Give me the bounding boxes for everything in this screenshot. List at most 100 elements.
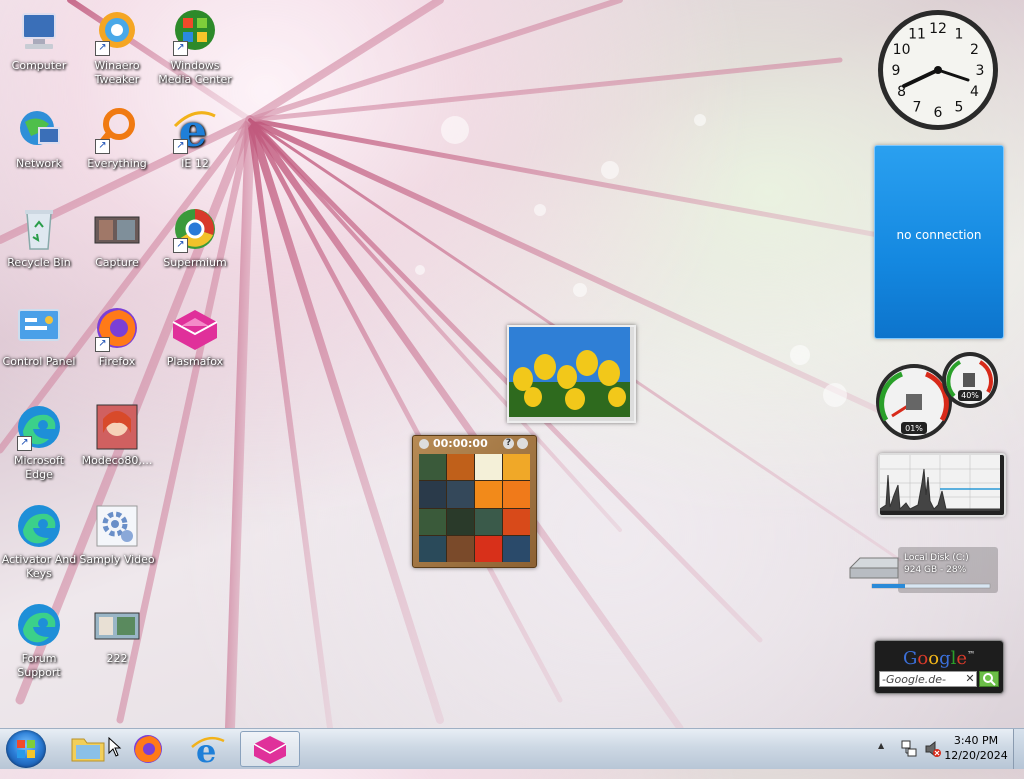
puzzle-tile[interactable]	[475, 535, 502, 562]
desktop-icon-modeco80[interactable]: Modeco80,...	[78, 403, 156, 468]
desktop-icon-firefox[interactable]: ↗ Firefox	[78, 304, 156, 369]
puzzle-tile[interactable]	[503, 481, 530, 508]
picture-puzzle-gadget[interactable]: 00:00:00 ?	[412, 435, 537, 568]
cpu-meter-gadget[interactable]: 01% 40%	[872, 350, 1002, 442]
taskbar-plasmafox[interactable]	[240, 731, 300, 767]
clock-number: 7	[913, 99, 922, 115]
google-search-gadget[interactable]: Google™ -Google.de- ✕	[874, 640, 1004, 694]
puzzle-tile[interactable]	[447, 508, 474, 535]
icon-label: 222	[106, 652, 128, 665]
network-icon	[15, 106, 63, 154]
puzzle-toolbar: 00:00:00 ?	[413, 436, 536, 452]
search-go-button[interactable]	[979, 671, 999, 687]
capture-thumbnail-icon	[93, 205, 141, 253]
taskbar-internet-explorer[interactable]: e	[182, 731, 234, 770]
taskbar-explorer[interactable]	[62, 731, 114, 767]
taskbar-firefox[interactable]	[122, 731, 174, 767]
icon-label: Plasmafox	[166, 355, 224, 368]
slideshow-gadget[interactable]	[507, 325, 636, 423]
taskbar: e ▲ 3:40 PM 12/20/2024	[0, 728, 1024, 770]
video-thumbnail-icon	[93, 601, 141, 649]
puzzle-timer: 00:00:00	[433, 437, 488, 450]
show-desktop-button[interactable]	[1013, 729, 1024, 769]
icon-label: Activator And Keys	[1, 553, 77, 580]
desktop-icon-samply-video[interactable]: Samply Video	[78, 502, 156, 567]
clock-gadget[interactable]: 12 1 2 3 4 5 6 7 8 9 10 11	[876, 8, 1000, 132]
desktop-icon-microsoft-edge[interactable]: ↗ Microsoft Edge	[0, 403, 78, 482]
puzzle-tile[interactable]	[503, 454, 530, 481]
plasmafox-icon	[253, 736, 287, 764]
puzzle-tile[interactable]	[475, 454, 502, 481]
icon-label: Modeco80,...	[81, 454, 153, 467]
desktop-icon-everything[interactable]: ↗ Everything	[78, 106, 156, 171]
icon-label: Samply Video	[79, 553, 155, 566]
desktop-icon-computer[interactable]: Computer	[0, 8, 78, 73]
drive-name: Local Disk (C:)	[904, 553, 969, 563]
everything-icon: ↗	[93, 106, 141, 154]
puzzle-tile[interactable]	[447, 454, 474, 481]
clock-number: 1	[955, 27, 964, 43]
clock-number: 9	[892, 63, 901, 79]
firefox-icon	[134, 735, 162, 763]
puzzle-tile[interactable]	[419, 481, 446, 508]
taskbar-clock[interactable]: 3:40 PM 12/20/2024	[940, 733, 1012, 763]
desktop-icon-222[interactable]: 222	[78, 601, 156, 666]
google-logo: Google™	[902, 648, 976, 669]
puzzle-tile[interactable]	[503, 508, 530, 535]
internet-explorer-icon: e ↗	[171, 106, 219, 157]
network-tray-icon[interactable]	[900, 739, 918, 779]
settings-gear-icon	[93, 502, 141, 550]
clear-search-button[interactable]: ✕	[963, 671, 977, 687]
puzzle-tile[interactable]	[419, 535, 446, 562]
puzzle-reset-icon[interactable]	[517, 438, 528, 449]
desktop-icon-forum-support[interactable]: Forum Support	[0, 601, 78, 680]
puzzle-tile[interactable]	[447, 535, 474, 562]
desktop-icon-control-panel[interactable]: Control Panel	[0, 304, 78, 369]
puzzle-show-icon[interactable]	[419, 439, 429, 449]
taskbar-date: 12/20/2024	[944, 749, 1008, 762]
shortcut-arrow-icon: ↗	[95, 337, 110, 352]
puzzle-tile[interactable]	[447, 481, 474, 508]
puzzle-tile[interactable]	[419, 508, 446, 535]
network-graph-gadget[interactable]	[878, 453, 1006, 517]
shortcut-arrow-icon: ↗	[173, 41, 188, 56]
clock-number: 2	[970, 42, 979, 58]
clock-number: 6	[934, 105, 943, 121]
memory-usage: 40%	[961, 391, 979, 400]
desktop-icon-network[interactable]: Network	[0, 106, 78, 171]
taskbar-time: 3:40 PM	[953, 734, 999, 747]
drive-info: Local Disk (C:) 924 GB - 28%	[904, 552, 969, 576]
icon-label: Everything	[87, 157, 147, 170]
desktop-icon-supermium[interactable]: ↗ Supermium	[156, 205, 234, 270]
puzzle-tile[interactable]	[503, 535, 530, 562]
start-button[interactable]	[6, 730, 46, 768]
desktop-icon-windows-media-center[interactable]: ↗ Windows Media Center	[156, 8, 234, 87]
desktop-icon-activator[interactable]: Activator And Keys	[0, 502, 78, 581]
desktop-icon-winaero-tweaker[interactable]: ↗ Winaero Tweaker	[78, 8, 156, 87]
icon-label: Microsoft Edge	[13, 454, 65, 481]
drive-meter-gadget[interactable]: Local Disk (C:) 924 GB - 28%	[846, 546, 998, 594]
desktop-icon-ie12[interactable]: e ↗ IE 12	[156, 106, 234, 171]
winaero-tweaker-icon: ↗	[93, 8, 141, 56]
firefox-icon: ↗	[93, 304, 141, 352]
desktop-icon-recycle-bin[interactable]: Recycle Bin	[0, 205, 78, 270]
desktop-icon-plasmafox[interactable]: Plasmafox	[156, 304, 234, 369]
puzzle-grid	[419, 454, 530, 562]
puzzle-help-button[interactable]: ?	[503, 438, 514, 449]
shortcut-arrow-icon: ↗	[95, 41, 110, 56]
icon-label: Control Panel	[2, 355, 76, 368]
puzzle-tile[interactable]	[419, 454, 446, 481]
desktop-icon-capture[interactable]: Capture	[78, 205, 156, 270]
icon-label: Supermium	[163, 256, 227, 269]
cpu-usage: 01%	[905, 424, 923, 433]
clock-number: 5	[955, 99, 964, 115]
anime-picture-icon	[93, 403, 141, 451]
mouse-cursor	[108, 736, 122, 760]
recycle-bin-icon	[15, 205, 63, 253]
weather-gadget[interactable]: no connection	[874, 145, 1004, 339]
control-panel-icon	[15, 304, 63, 352]
tray-show-hidden-button[interactable]: ▲	[878, 741, 884, 755]
icon-label: Capture	[95, 256, 139, 269]
puzzle-tile[interactable]	[475, 481, 502, 508]
puzzle-tile[interactable]	[475, 508, 502, 535]
